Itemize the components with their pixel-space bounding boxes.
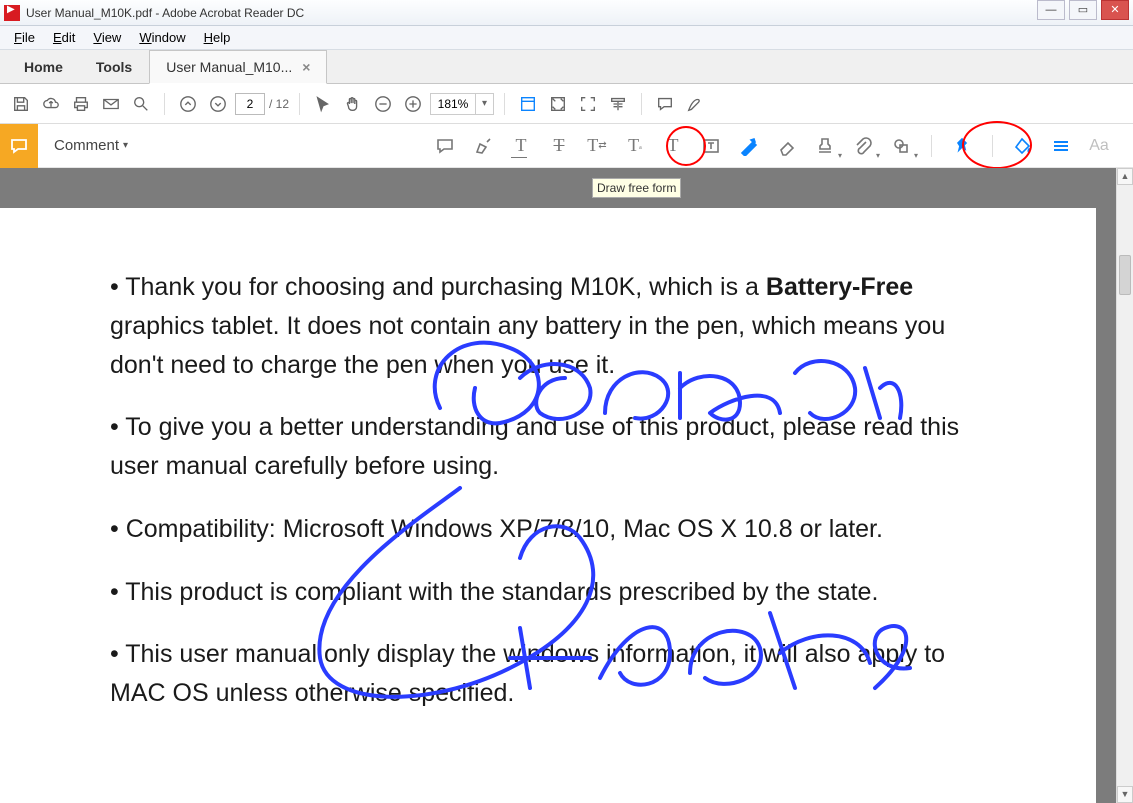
page-up-icon[interactable]	[175, 91, 201, 117]
comment-label: Comment	[54, 137, 119, 154]
search-icon[interactable]	[128, 91, 154, 117]
tab-document-close[interactable]: ×	[302, 59, 310, 75]
hand-pan-icon[interactable]	[340, 91, 366, 117]
pdf-page: • Thank you for choosing and purchasing …	[0, 208, 1096, 803]
caret-down-icon: ▾	[123, 140, 128, 151]
zoom-in-icon[interactable]	[400, 91, 426, 117]
tab-document[interactable]: User Manual_M10... ×	[149, 50, 327, 84]
zoom-dropdown-icon[interactable]: ▾	[475, 94, 493, 114]
draw-freeform-tooltip: Draw free form	[592, 178, 681, 198]
comment-toolbar: Comment ▾ T T T⇄ Tₐ T ▾ ▾ ▾ Aa	[0, 124, 1133, 168]
comment-dropdown[interactable]: Comment ▾	[38, 137, 144, 154]
scroll-track[interactable]	[1117, 185, 1133, 786]
document-viewport[interactable]: • Thank you for choosing and purchasing …	[0, 168, 1116, 803]
menu-file[interactable]: File	[6, 28, 43, 47]
scroll-down-arrow-icon[interactable]: ▼	[1117, 786, 1133, 803]
doc-paragraph-2: • To give you a better understanding and…	[110, 408, 986, 486]
doc-paragraph-4: • This product is compliant with the sta…	[110, 573, 986, 612]
scroll-up-arrow-icon[interactable]: ▲	[1117, 168, 1133, 185]
page-down-icon[interactable]	[205, 91, 231, 117]
main-toolbar: / 12 ▾	[0, 84, 1133, 124]
save-icon[interactable]	[8, 91, 34, 117]
shapes-icon[interactable]: ▾	[887, 132, 915, 160]
tab-home[interactable]: Home	[8, 51, 80, 83]
window-titlebar: User Manual_M10K.pdf - Adobe Acrobat Rea…	[0, 0, 1133, 26]
stamp-icon[interactable]: ▾	[811, 132, 839, 160]
menu-edit[interactable]: Edit	[45, 28, 83, 47]
replace-text-icon[interactable]: T⇄	[583, 132, 611, 160]
acrobat-app-icon	[4, 5, 20, 21]
text-format-icon[interactable]: Aa	[1085, 132, 1113, 160]
zoom-out-icon[interactable]	[370, 91, 396, 117]
email-icon[interactable]	[98, 91, 124, 117]
page-number-input[interactable]	[235, 93, 265, 115]
cloud-upload-icon[interactable]	[38, 91, 64, 117]
insert-text-icon[interactable]: Tₐ	[621, 132, 649, 160]
menu-window[interactable]: Window	[131, 28, 193, 47]
color-fill-icon[interactable]	[1009, 132, 1037, 160]
highlight-icon[interactable]	[469, 132, 497, 160]
fullscreen-icon[interactable]	[575, 91, 601, 117]
window-maximize-button[interactable]: ▭	[1069, 0, 1097, 20]
strike-text-icon[interactable]: T	[545, 132, 573, 160]
window-close-button[interactable]: ✕	[1101, 0, 1129, 20]
zoom-value-input[interactable]	[431, 94, 475, 114]
cursor-select-icon[interactable]	[310, 91, 336, 117]
print-icon[interactable]	[68, 91, 94, 117]
draw-freeform-icon[interactable]	[735, 132, 763, 160]
read-mode-icon[interactable]	[605, 91, 631, 117]
underline-text-icon[interactable]: T	[507, 132, 535, 160]
tab-document-label: User Manual_M10...	[166, 59, 292, 75]
menu-help[interactable]: Help	[196, 28, 239, 47]
tab-tools[interactable]: Tools	[80, 51, 149, 83]
menu-view[interactable]: View	[85, 28, 129, 47]
window-title: User Manual_M10K.pdf - Adobe Acrobat Rea…	[26, 6, 1037, 20]
pin-icon[interactable]	[948, 132, 976, 160]
app-tab-strip: Home Tools User Manual_M10... ×	[0, 50, 1133, 84]
line-thickness-icon[interactable]	[1047, 132, 1075, 160]
attach-icon[interactable]: ▾	[849, 132, 877, 160]
scroll-thumb[interactable]	[1119, 255, 1131, 295]
vertical-scrollbar[interactable]: ▲ ▼	[1116, 168, 1133, 803]
window-minimize-button[interactable]: —	[1037, 0, 1065, 20]
comment-bubble-icon[interactable]	[652, 91, 678, 117]
fit-width-icon[interactable]	[515, 91, 541, 117]
doc-paragraph-3: • Compatibility: Microsoft Windows XP/7/…	[110, 510, 986, 549]
menu-bar: File Edit View Window Help	[0, 26, 1133, 50]
sign-pen-icon[interactable]	[682, 91, 708, 117]
page-total-label: / 12	[269, 97, 289, 111]
erase-drawing-icon[interactable]	[773, 132, 801, 160]
doc-paragraph-5: • This user manual only display the wind…	[110, 635, 986, 713]
add-text-icon[interactable]: T	[659, 132, 687, 160]
fit-page-icon[interactable]	[545, 91, 571, 117]
textbox-icon[interactable]	[697, 132, 725, 160]
zoom-select[interactable]: ▾	[430, 93, 494, 115]
comment-panel-toggle[interactable]	[0, 124, 38, 168]
doc-paragraph-1: • Thank you for choosing and purchasing …	[110, 268, 986, 384]
sticky-note-icon[interactable]	[431, 132, 459, 160]
